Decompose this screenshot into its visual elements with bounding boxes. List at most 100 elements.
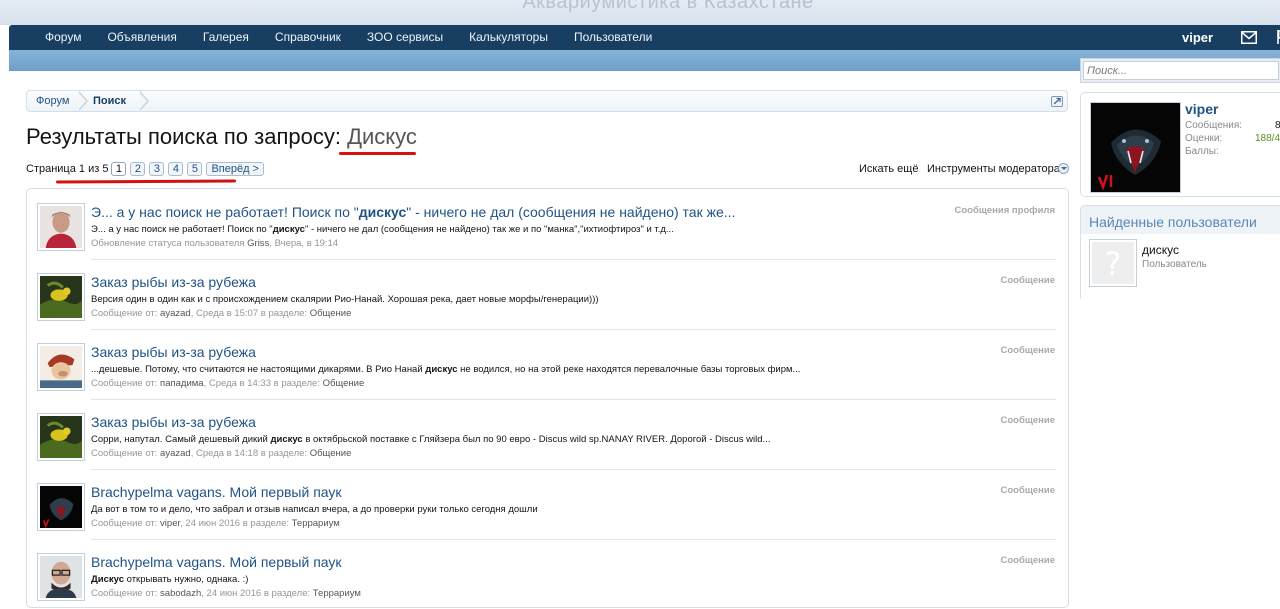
section-prefix: в разделе: <box>273 378 320 389</box>
nav-tab-forum[interactable]: Форум <box>32 25 94 50</box>
page-link-1[interactable]: 1 <box>111 162 127 176</box>
stat-value-messages: 8 <box>1275 120 1280 131</box>
site-banner: Аквариумистика в Казахстане <box>0 0 1280 25</box>
result-author-link[interactable]: пападима <box>160 378 204 389</box>
snippet-text: ...дешевые. Потому, что считаются не нас… <box>91 364 426 375</box>
page-title-prefix: Результаты поиска по запросу: <box>26 124 341 149</box>
search-result: Brachypelma vagans. Мой первый паук Диску… <box>27 539 1068 609</box>
result-title-text: Э... а у нас поиск не работает! Поиск по… <box>91 204 359 220</box>
result-title-text: Заказ рыбы из-за рубежа <box>91 414 256 430</box>
result-title-text: Заказ рыбы из-за рубежа <box>91 274 256 290</box>
result-title-text: Brachypelma vagans. Мой первый паук <box>91 484 342 500</box>
found-user-item[interactable]: ? дискус Пользователь <box>1081 234 1280 302</box>
found-users-panel: Найденные пользователи ? дискус Пользова… <box>1080 205 1280 302</box>
page-link-4[interactable]: 4 <box>168 162 184 176</box>
result-author-link[interactable]: Griss <box>247 238 269 249</box>
result-title-link[interactable]: Э... а у нас поиск не работает! Поиск по… <box>91 204 735 220</box>
result-section-link[interactable]: Общение <box>310 448 352 459</box>
result-section-link[interactable]: Общение <box>323 378 365 389</box>
result-title-text: " - ничего не дал (сообщения не найдено)… <box>406 204 736 220</box>
visitor-panel: viper Сообщения: 8 Оценки: 188/4 Баллы: <box>1080 92 1280 197</box>
result-type-label: Сообщение <box>1000 275 1056 286</box>
page-link-5[interactable]: 5 <box>187 162 203 176</box>
result-title-link[interactable]: Заказ рыбы из-за рубежа <box>91 274 256 290</box>
result-title-highlight: дискус <box>358 204 407 220</box>
nav-tab-users[interactable]: Пользователи <box>561 25 665 50</box>
result-section-link[interactable]: Террариум <box>292 518 340 529</box>
mail-icon[interactable] <box>1241 31 1257 44</box>
nav-tab-calculators[interactable]: Калькуляторы <box>456 25 561 50</box>
found-users-title: Найденные пользователи <box>1089 214 1257 230</box>
breadcrumb-separator <box>139 91 149 111</box>
chevron-down-icon[interactable] <box>1058 163 1069 174</box>
result-meta: Сообщение от: пападима, Среда в 14:33 в … <box>91 378 365 389</box>
result-type-label: Сообщение <box>1000 555 1056 566</box>
result-section-link[interactable]: Общение <box>310 308 352 319</box>
result-author-link[interactable]: ayazad <box>160 448 191 459</box>
result-type-label: Сообщение <box>1000 415 1056 426</box>
result-avatar[interactable] <box>37 273 85 321</box>
jump-to-icon[interactable] <box>1051 96 1063 107</box>
nav-tab-zoo-services[interactable]: ЗОО сервисы <box>354 25 456 50</box>
default-avatar-icon[interactable]: ? <box>1089 239 1137 287</box>
result-title-link[interactable]: Заказ рыбы из-за рубежа <box>91 414 256 430</box>
page-counter: Страница 1 из 5 <box>26 163 109 175</box>
meta-prefix: Сообщение от: <box>91 308 158 319</box>
result-snippet: Дискус открывать нужно, однака. :) <box>91 574 248 585</box>
snippet-text: Э... а у нас поиск не работает! Поиск по… <box>91 224 273 235</box>
meta-prefix: Обновление статуса пользователя <box>91 238 245 249</box>
nav-tabs: Форум Объявления Галерея Справочник ЗОО … <box>32 25 665 50</box>
stat-label-messages: Сообщения: <box>1185 120 1243 131</box>
snippet-text: " - ничего не дал (сообщения не найдено)… <box>304 224 674 235</box>
main-navigation: Форум Объявления Галерея Справочник ЗОО … <box>9 25 1280 50</box>
snippet-highlight: дискус <box>270 434 303 445</box>
meta-prefix: Сообщение от: <box>91 518 158 529</box>
result-avatar[interactable] <box>37 343 85 391</box>
meta-prefix: Сообщение от: <box>91 448 158 459</box>
visitor-username[interactable]: viper <box>1185 101 1218 117</box>
search-more-link[interactable]: Искать ещё <box>859 163 918 175</box>
nav-tab-classifieds[interactable]: Объявления <box>94 25 189 50</box>
next-page-button[interactable]: Вперёд > <box>206 162 264 176</box>
search-result: Заказ рыбы из-за рубежа ...дешевые. Потом… <box>27 329 1068 399</box>
page-link-3[interactable]: 3 <box>149 162 165 176</box>
result-title-link[interactable]: Brachypelma vagans. Мой первый паук <box>91 484 342 500</box>
stat-value-ratings: 188/4 <box>1255 133 1280 144</box>
section-prefix: в разделе: <box>260 308 308 319</box>
search-result: Заказ рыбы из-за рубежа Сорри, напутал. С… <box>27 399 1068 469</box>
nav-username-link[interactable]: viper <box>1182 25 1213 50</box>
result-author-link[interactable]: ayazad <box>160 308 191 319</box>
search-input[interactable] <box>1083 61 1279 80</box>
result-author-link[interactable]: viper <box>160 518 180 529</box>
site-title: Аквариумистика в Казахстане <box>522 0 814 13</box>
result-author-link[interactable]: sabodazh <box>160 588 201 599</box>
result-section-link[interactable]: Террариум <box>313 588 361 599</box>
red-annotation-underline <box>339 152 416 155</box>
visitor-avatar[interactable] <box>1090 102 1181 193</box>
stat-label-points: Баллы: <box>1185 146 1219 157</box>
result-avatar[interactable] <box>37 553 85 601</box>
result-title-link[interactable]: Заказ рыбы из-за рубежа <box>91 344 256 360</box>
result-avatar[interactable] <box>37 203 85 251</box>
found-user-name[interactable]: дискус <box>1142 243 1179 257</box>
nav-tab-reference[interactable]: Справочник <box>262 25 354 50</box>
result-type-label: Сообщения профиля <box>954 205 1055 216</box>
found-user-role: Пользователь <box>1142 259 1207 270</box>
nav-tab-gallery[interactable]: Галерея <box>190 25 262 50</box>
result-snippet: Версия один в один как и с происхождение… <box>91 294 599 305</box>
section-prefix: в разделе: <box>242 518 289 529</box>
breadcrumb-forum[interactable]: Форум <box>36 91 69 111</box>
stat-label-ratings: Оценки: <box>1185 133 1223 144</box>
result-meta: Сообщение от: ayazad, Среда в 14:18 в ра… <box>91 448 352 459</box>
result-avatar[interactable] <box>37 413 85 461</box>
breadcrumb-search[interactable]: Поиск <box>93 91 126 111</box>
result-avatar[interactable] <box>37 483 85 531</box>
page-link-2[interactable]: 2 <box>130 162 146 176</box>
section-prefix: в разделе: <box>263 588 311 599</box>
moderator-tools-link[interactable]: Инструменты модератора <box>927 163 1060 175</box>
snippet-highlight: дискус <box>272 224 305 235</box>
section-prefix: в разделе: <box>260 448 308 459</box>
result-meta: Сообщение от: viper, 24 июн 2016 в разде… <box>91 518 340 529</box>
result-title-link[interactable]: Brachypelma vagans. Мой первый паук <box>91 554 342 570</box>
result-meta: Сообщение от: ayazad, Среда в 15:07 в ра… <box>91 308 352 319</box>
